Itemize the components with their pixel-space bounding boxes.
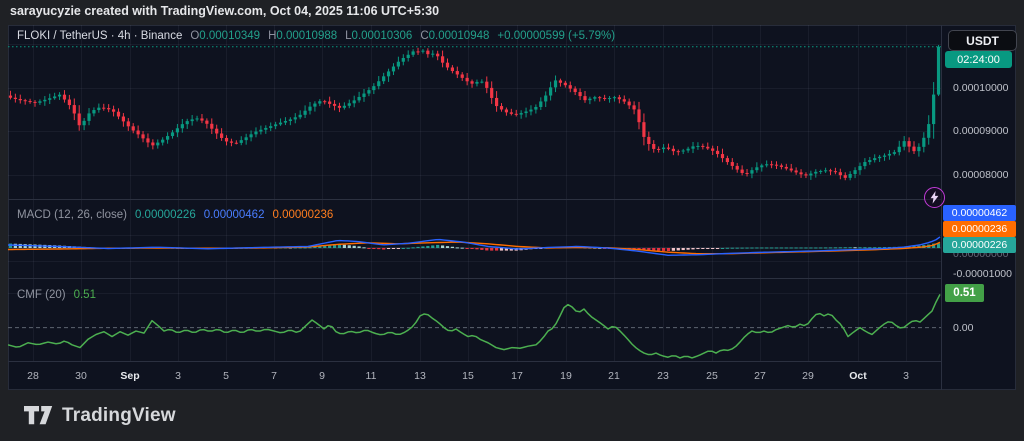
symbol-legend[interactable]: FLOKI / TetherUS · 4h · BinanceO0.000103… bbox=[17, 30, 615, 42]
cmf-value-badge: 0.51 bbox=[945, 284, 984, 302]
tradingview-brand-text[interactable]: TradingView bbox=[62, 405, 176, 427]
time-tick-label: 9 bbox=[319, 370, 325, 382]
attribution-text: sarayucyzie created with TradingView.com… bbox=[10, 4, 439, 18]
lightning-icon bbox=[930, 191, 939, 204]
chart-canvas[interactable] bbox=[8, 25, 941, 361]
macd-signal-value: 0.00000236 bbox=[272, 209, 333, 221]
bar-countdown-badge: 02:24:00 bbox=[945, 51, 1012, 68]
price-scale[interactable]: 0.00-0.000010000.000000000.000080000.000… bbox=[941, 25, 1016, 390]
macd-hist-value: 0.00000226 bbox=[135, 209, 196, 221]
macd-legend[interactable]: MACD (12, 26, close) 0.00000226 0.00000462… bbox=[17, 209, 333, 221]
ohlc-low-value: 0.00010306 bbox=[352, 30, 413, 42]
macd-line-badge: 0.00000462 bbox=[943, 205, 1016, 221]
time-axis[interactable]: 28 30 Sep 3 5 7 9 11 13 15 17 19 21 23 25 27 29 Oct 3 bbox=[8, 361, 941, 391]
ohlc-close-label: C bbox=[420, 30, 428, 42]
cmf-legend[interactable]: CMF (20) 0.51 bbox=[17, 289, 96, 301]
time-tick-label: 25 bbox=[706, 370, 718, 382]
symbol-title: FLOKI / TetherUS · 4h · Binance bbox=[17, 30, 182, 42]
cmf-params: (20) bbox=[45, 289, 65, 301]
footer-bar: TradingView bbox=[0, 390, 1024, 441]
macd-line-value: 0.00000462 bbox=[204, 209, 265, 221]
time-tick-label: 27 bbox=[754, 370, 766, 382]
quick-trade-button[interactable] bbox=[924, 187, 945, 208]
ohlc-open-label: O bbox=[190, 30, 199, 42]
price-scale-label: 0.00008000 bbox=[953, 169, 1008, 181]
tradingview-logo-icon[interactable] bbox=[24, 406, 53, 425]
currency-button[interactable]: USDT bbox=[948, 30, 1017, 51]
time-tick-label: 15 bbox=[462, 370, 474, 382]
price-scale-label: -0.00001000 bbox=[953, 268, 1012, 280]
time-tick-label: Oct bbox=[849, 370, 867, 382]
time-tick-label: Sep bbox=[120, 370, 139, 382]
cmf-line bbox=[8, 294, 940, 358]
tradingview-snapshot-page: sarayucyzie created with TradingView.com… bbox=[0, 0, 1024, 441]
time-tick-label: 13 bbox=[414, 370, 426, 382]
macd-signal-badge: 0.00000236 bbox=[943, 221, 1016, 237]
macd-params: (12, 26, close) bbox=[54, 209, 127, 221]
time-tick-label: 30 bbox=[75, 370, 87, 382]
ohlc-close-value: 0.00010948 bbox=[429, 30, 490, 42]
grid-layer bbox=[8, 25, 941, 361]
price-scale-label: 0.00010000 bbox=[953, 82, 1008, 94]
cmf-title: CMF bbox=[17, 289, 42, 301]
chart-widget: FLOKI / TetherUS · 4h · BinanceO0.000103… bbox=[8, 25, 1016, 390]
price-scale-label: 0.00009000 bbox=[953, 125, 1008, 137]
time-tick-label: 5 bbox=[223, 370, 229, 382]
time-tick-label: 7 bbox=[271, 370, 277, 382]
price-change: +0.00000599 (+5.79%) bbox=[497, 30, 615, 42]
macd-hist-badge: 0.00000226 bbox=[943, 237, 1016, 253]
ohlc-open-value: 0.00010349 bbox=[199, 30, 260, 42]
time-tick-label: 21 bbox=[608, 370, 620, 382]
cmf-value: 0.51 bbox=[74, 289, 96, 301]
time-tick-label: 3 bbox=[175, 370, 181, 382]
time-tick-label: 28 bbox=[27, 370, 39, 382]
time-tick-label: 17 bbox=[511, 370, 523, 382]
macd-title: MACD bbox=[17, 209, 51, 221]
time-tick-label: 11 bbox=[366, 370, 377, 382]
candles-layer bbox=[9, 45, 940, 180]
time-tick-label: 23 bbox=[657, 370, 669, 382]
macd-lines bbox=[8, 237, 940, 255]
time-tick-label: 3 bbox=[903, 370, 909, 382]
price-scale-label: 0.00 bbox=[953, 322, 973, 334]
time-tick-label: 29 bbox=[802, 370, 814, 382]
time-tick-label: 19 bbox=[560, 370, 572, 382]
ohlc-high-value: 0.00010988 bbox=[276, 30, 337, 42]
